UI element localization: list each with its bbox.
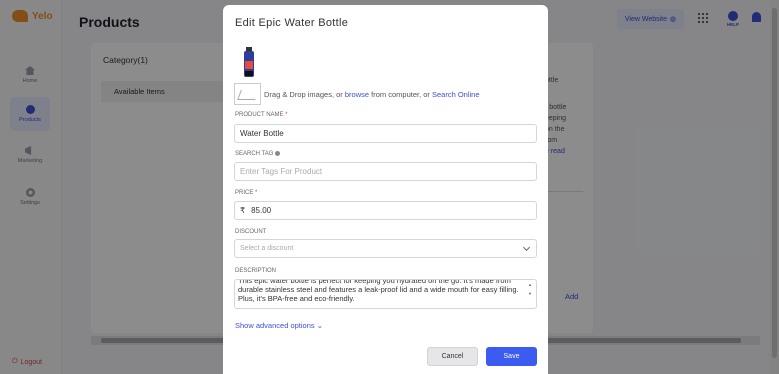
label-text: PRODUCT NAME: [235, 112, 284, 118]
modal-title: Edit Epic Water Bottle: [235, 17, 349, 29]
chevron-down-icon: [522, 243, 531, 252]
price-value: 85.00: [251, 206, 272, 215]
required-marker: *: [285, 112, 288, 118]
edit-product-modal: Edit Epic Water Bottle Drag & Drop image…: [223, 5, 548, 374]
product-thumbnail[interactable]: [242, 47, 256, 79]
dropzone-text: Drag & Drop images, or browse from compu…: [264, 90, 480, 99]
info-icon[interactable]: [275, 151, 281, 156]
search-online-link[interactable]: Search Online: [432, 90, 480, 99]
label-text: SEARCH TAG: [235, 151, 274, 158]
advanced-label: Show advanced options: [235, 321, 315, 330]
label-text: PRICE: [235, 190, 254, 196]
dropzone-prefix: Drag & Drop images, or: [264, 89, 345, 99]
image-placeholder-icon: [234, 83, 261, 105]
description-text: This epic water bottle is perfect for ke…: [238, 279, 519, 303]
currency-symbol: ₹: [240, 206, 246, 215]
save-button[interactable]: Save: [486, 347, 537, 366]
price-label: PRICE *: [235, 190, 257, 196]
search-tag-label: SEARCH TAG: [235, 151, 281, 158]
image-dropzone[interactable]: Drag & Drop images, or browse from compu…: [234, 83, 534, 105]
discount-placeholder: Select a discount: [240, 245, 294, 252]
browse-link[interactable]: browse: [345, 90, 369, 99]
discount-label: DISCOUNT: [235, 229, 267, 235]
product-name-input[interactable]: Water Bottle: [234, 124, 537, 143]
textarea-scrollbar[interactable]: [528, 282, 534, 306]
description-label: DESCRIPTION: [235, 268, 277, 274]
show-advanced-options-link[interactable]: Show advanced options ⌄: [235, 321, 323, 330]
product-name-label: PRODUCT NAME *: [235, 112, 288, 118]
description-textarea[interactable]: This epic water bottle is perfect for ke…: [234, 279, 537, 309]
cancel-button[interactable]: Cancel: [427, 347, 478, 366]
price-input[interactable]: ₹ 85.00: [234, 201, 537, 220]
discount-select[interactable]: Select a discount: [234, 239, 537, 258]
required-marker: *: [255, 190, 258, 196]
search-tag-input[interactable]: Enter Tags For Product: [234, 162, 537, 181]
dropzone-middle: from computer, or: [369, 89, 432, 99]
chevron-down-icon: ⌄: [316, 321, 324, 330]
